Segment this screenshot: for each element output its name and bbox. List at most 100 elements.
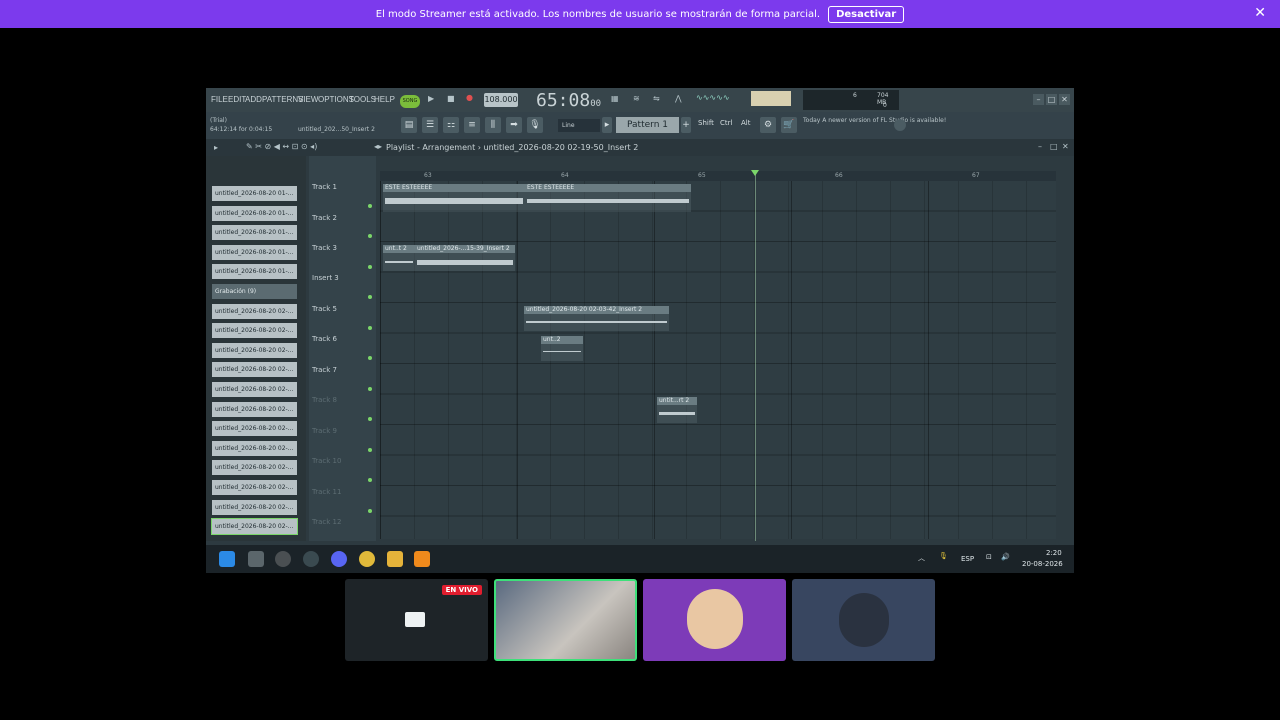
camera-thumbnail[interactable] [494, 579, 637, 661]
step-edit-icon[interactable]: ≋ [633, 94, 640, 103]
mixer-icon[interactable]: ≡ [464, 117, 480, 133]
pattern-prev-icon[interactable]: ▸ [602, 117, 612, 133]
screen-share-thumbnail[interactable]: EN VIVO [345, 579, 488, 661]
browser-item[interactable]: untitled_2026-08-20 02-... [212, 480, 297, 495]
browser-item[interactable]: untitled_2026-08-20 02-... [212, 441, 297, 456]
arrow-right-icon[interactable]: ➡ [506, 117, 522, 133]
playhead[interactable] [755, 171, 756, 541]
menu-tools[interactable]: TOOLS [349, 95, 376, 104]
microphone-tray-icon[interactable]: 🎙 [939, 552, 948, 560]
browser-item[interactable]: untitled_2026-08-20 02-... [212, 402, 297, 417]
steam-icon[interactable] [303, 551, 319, 567]
browser-item[interactable]: untitled_2026-08-20 02-... [212, 460, 297, 475]
snap-select[interactable]: Line [558, 119, 600, 132]
shop-icon[interactable]: 🛒 [781, 117, 797, 133]
track-led[interactable] [368, 265, 372, 269]
browser-item[interactable]: untitled_2026-08-20 01-... [212, 264, 297, 279]
browser-item[interactable]: untitled_2026-08-20 02-... [212, 304, 297, 319]
timeline-ruler[interactable]: 63 64 65 66 67 [380, 171, 1056, 181]
track-label[interactable]: Track 11 [312, 488, 341, 496]
track-label[interactable]: Insert 3 [312, 274, 339, 282]
audio-clip[interactable]: ESTE ESTEEEEE [525, 184, 691, 212]
track-led[interactable] [368, 295, 372, 299]
pattern-selector[interactable]: Pattern 1 [616, 117, 679, 133]
tools-icons[interactable]: ✎ ✂ ⊘ ◀ ↔ ⊡ ⊙ ◂) [246, 142, 317, 151]
browser-item[interactable]: untitled_2026-08-20 02-... [212, 343, 297, 358]
chrome-icon[interactable] [359, 551, 375, 567]
browser-item[interactable]: untitled_2026-08-20 01-... [212, 186, 297, 201]
track-led[interactable] [368, 509, 372, 513]
globe-icon[interactable] [894, 119, 906, 131]
audio-clip[interactable]: ESTE ESTEEEEE [383, 184, 525, 212]
track-led[interactable] [368, 448, 372, 452]
playlist-maximize-icon[interactable]: □ [1050, 142, 1058, 151]
record-icon[interactable]: ● [466, 93, 473, 102]
browser-item-selected[interactable]: untitled_2026-08-20 02-... [211, 518, 298, 535]
fl-studio-icon[interactable] [414, 551, 430, 567]
shift-key[interactable]: Shift [698, 119, 714, 127]
close-window-icon[interactable]: ✕ [1059, 94, 1070, 105]
browser-item[interactable]: untitled_2026-08-20 02-... [212, 323, 297, 338]
browser-item[interactable]: untitled_2026-08-20 02-... [212, 500, 297, 515]
track-label[interactable]: Track 12 [312, 518, 341, 526]
track-label[interactable]: Track 1 [312, 183, 337, 191]
playlist-icon[interactable]: ▤ [401, 117, 417, 133]
mixer-faders-icon[interactable]: ⫼ [485, 117, 501, 133]
tray-chevron-icon[interactable]: ︿ [918, 553, 925, 563]
audio-clip[interactable]: untitled_2026-08-20 02-03-42_Insert 2 [524, 306, 669, 331]
tempo-display[interactable]: 108.000 [484, 93, 518, 107]
playlist-close-icon[interactable]: ✕ [1062, 142, 1069, 151]
add-pattern-icon[interactable]: + [681, 117, 691, 133]
gear-icon[interactable]: ⚙ [760, 117, 776, 133]
track-label[interactable]: Track 10 [312, 457, 341, 465]
track-led[interactable] [368, 387, 372, 391]
blend-notes-icon[interactable]: ⇋ [653, 94, 660, 103]
play-icon[interactable]: ▶ [428, 94, 434, 103]
playlist-minimize-icon[interactable]: – [1038, 142, 1042, 151]
maximize-icon[interactable]: □ [1046, 94, 1057, 105]
alt-key[interactable]: Alt [741, 119, 750, 127]
browser-item[interactable]: untitled_2026-08-20 02-... [212, 362, 297, 377]
browser-item[interactable]: untitled_2026-08-20 02-... [212, 382, 297, 397]
menu-add[interactable]: ADD [245, 95, 262, 104]
track-led[interactable] [368, 356, 372, 360]
metronome-icon[interactable]: ⋀ [675, 94, 682, 103]
discord-icon[interactable] [331, 551, 347, 567]
piano-roll-icon[interactable]: ☰ [422, 117, 438, 133]
playhead-marker-icon[interactable] [751, 170, 759, 176]
track-led[interactable] [368, 234, 372, 238]
track-label[interactable]: Track 5 [312, 305, 337, 313]
audio-clip[interactable]: unt..t 2 [383, 245, 415, 271]
language-indicator[interactable]: ESP [961, 555, 974, 563]
audio-clip[interactable]: untit...rt 2 [657, 397, 697, 423]
clock-date[interactable]: 20-08-2026 [1022, 560, 1063, 568]
browser-folder[interactable]: Grabación (9) [212, 284, 297, 299]
playlist-menu-icon[interactable]: ◂▸ [374, 142, 382, 151]
track-label[interactable]: Track 7 [312, 366, 337, 374]
track-led[interactable] [368, 417, 372, 421]
close-icon[interactable]: ✕ [1254, 5, 1266, 21]
track-label[interactable]: Track 2 [312, 214, 337, 222]
browser-item[interactable]: untitled_2026-08-20 02-... [212, 421, 297, 436]
typing-keyboard-icon[interactable]: ▦ [611, 94, 619, 103]
menu-view[interactable]: VIEW [298, 95, 318, 104]
file-explorer-icon[interactable] [387, 551, 403, 567]
audio-clip[interactable]: untitled_2026-...15-39_Insert 2 [415, 245, 515, 271]
track-label[interactable]: Track 9 [312, 427, 337, 435]
app-x-icon[interactable] [275, 551, 291, 567]
task-view-icon[interactable] [248, 551, 264, 567]
windows-start-icon[interactable] [219, 551, 235, 567]
browser-item[interactable]: untitled_2026-08-20 01-... [212, 245, 297, 260]
track-label[interactable]: Track 3 [312, 244, 337, 252]
track-led[interactable] [368, 326, 372, 330]
track-label[interactable]: Track 8 [312, 396, 337, 404]
song-mode-toggle[interactable]: SONG [400, 95, 420, 108]
browser-play-icon[interactable]: ▸ [214, 143, 218, 152]
browser-item[interactable]: untitled_2026-08-20 01-... [212, 225, 297, 240]
browser-item[interactable]: untitled_2026-08-20 01-... [212, 206, 297, 221]
track-led[interactable] [368, 204, 372, 208]
menu-file[interactable]: FILE [211, 95, 228, 104]
volume-icon[interactable]: 🔊 [1001, 553, 1010, 561]
audio-clip[interactable]: unt..2 [541, 336, 583, 361]
deactivate-button[interactable]: Desactivar [828, 5, 905, 23]
